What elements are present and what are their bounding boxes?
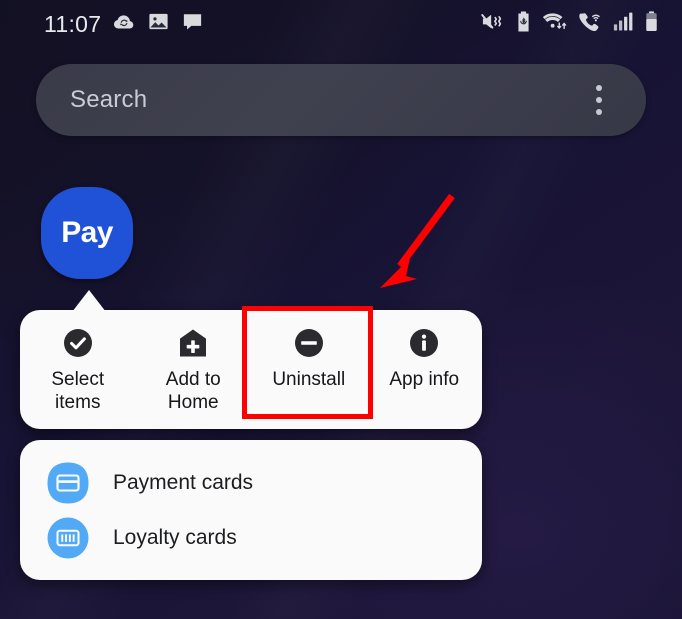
search-bar[interactable] [36,64,646,136]
dot [596,97,602,103]
shortcut-payment-cards[interactable]: Payment cards [20,455,482,510]
status-bar-clock: 11:07 [44,10,102,37]
battery-icon [643,10,660,38]
message-icon [181,10,204,38]
search-input[interactable] [70,86,586,114]
status-bar-right [480,10,660,38]
check-circle-icon [62,327,94,359]
app-long-press-popup-menu: Select items Add to Home Uninstall App i… [20,310,482,429]
app-icon-label: Pay [61,216,113,249]
menu-item-add-to-home[interactable]: Add to Home [136,310,252,429]
menu-item-label: Add to Home [165,369,221,413]
shortcut-label: Payment cards [113,470,254,494]
status-bar: 11:07 [0,0,682,48]
shortcut-label: Loyalty cards [113,525,237,549]
wifi-calling-icon [578,10,603,38]
menu-item-label: Select items [51,369,105,413]
battery-saver-icon [514,10,533,38]
app-icon-shape: Pay [41,187,133,279]
cloud-sync-icon [112,10,136,39]
wifi-data-icon [542,10,569,38]
dot [596,85,602,91]
menu-item-label: App info [389,369,460,390]
photo-icon [147,10,170,38]
app-icon-pay[interactable]: Pay [41,187,133,279]
signal-bars-icon [612,10,634,38]
popup-caret [71,289,107,313]
app-shortcuts-card: Payment cards Loyalty cards [20,440,482,580]
menu-item-label: Uninstall [272,369,346,390]
info-circle-icon [408,327,440,359]
dot [596,109,602,115]
menu-item-select-items[interactable]: Select items [20,310,136,429]
minus-circle-icon [293,327,325,359]
search-overflow-menu-button[interactable] [586,83,612,117]
menu-item-app-info[interactable]: App info [367,310,483,429]
menu-item-uninstall[interactable]: Uninstall [251,310,367,429]
status-bar-left: 11:07 [44,10,204,39]
shortcut-loyalty-cards[interactable]: Loyalty cards [20,510,482,565]
payment-card-icon [45,460,91,506]
mute-vibrate-icon [480,10,505,38]
home-plus-icon [177,327,209,359]
loyalty-barcode-icon [45,515,91,561]
